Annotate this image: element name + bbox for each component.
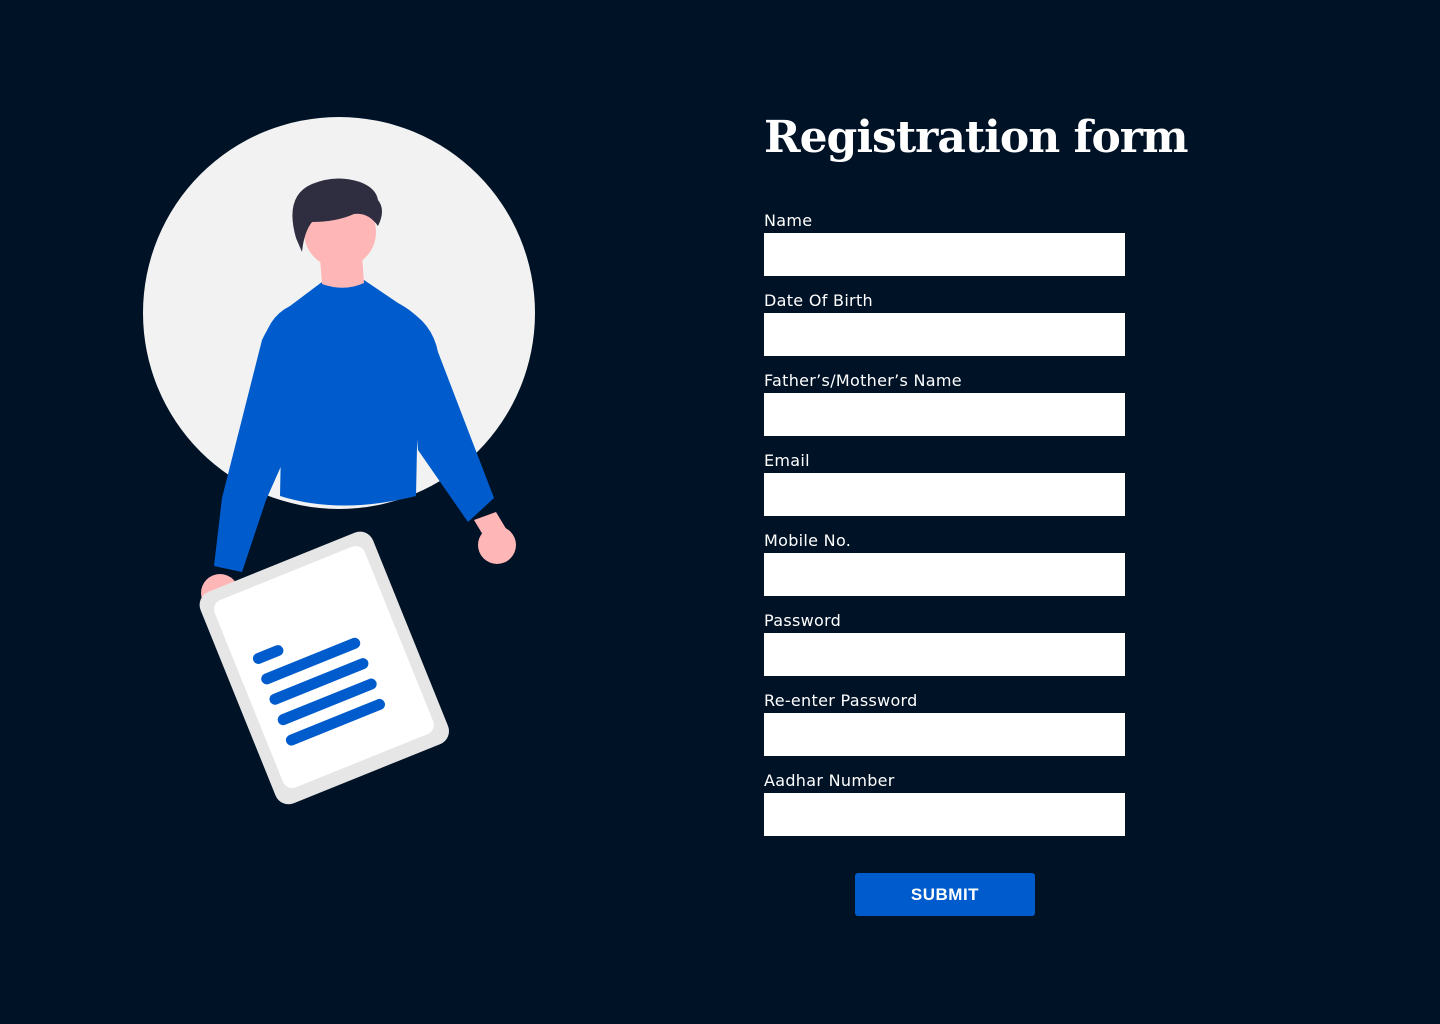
mobile-field: Mobile No.	[764, 528, 1125, 608]
parent-name-label: Father’s/Mother’s Name	[764, 371, 962, 390]
parent-name-field: Father’s/Mother’s Name	[764, 368, 1125, 448]
date-of-birth-label: Date Of Birth	[764, 291, 873, 310]
name-input[interactable]	[764, 233, 1125, 276]
page-title: Registration form	[764, 112, 1189, 163]
reenter-password-label: Re-enter Password	[764, 691, 918, 710]
reenter-password-input[interactable]	[764, 713, 1125, 756]
submit-button[interactable]: SUBMIT	[855, 873, 1035, 916]
date-of-birth-field: Date Of Birth	[764, 288, 1125, 368]
password-input[interactable]	[764, 633, 1125, 676]
mobile-input[interactable]	[764, 553, 1125, 596]
aadhar-number-label: Aadhar Number	[764, 771, 895, 790]
name-label: Name	[764, 211, 813, 230]
email-input[interactable]	[764, 473, 1125, 516]
registration-form: Name Date Of Birth Father’s/Mother’s Nam…	[764, 208, 1125, 848]
email-label: Email	[764, 451, 810, 470]
mobile-label: Mobile No.	[764, 531, 852, 550]
password-label: Password	[764, 611, 842, 630]
parent-name-input[interactable]	[764, 393, 1125, 436]
date-of-birth-input[interactable]	[764, 313, 1125, 356]
aadhar-number-input[interactable]	[764, 793, 1125, 836]
name-field: Name	[764, 208, 1125, 288]
password-field: Password	[764, 608, 1125, 688]
aadhar-number-field: Aadhar Number	[764, 768, 1125, 848]
person-holding-document-illustration	[143, 117, 535, 805]
email-field: Email	[764, 448, 1125, 528]
reenter-password-field: Re-enter Password	[764, 688, 1125, 768]
